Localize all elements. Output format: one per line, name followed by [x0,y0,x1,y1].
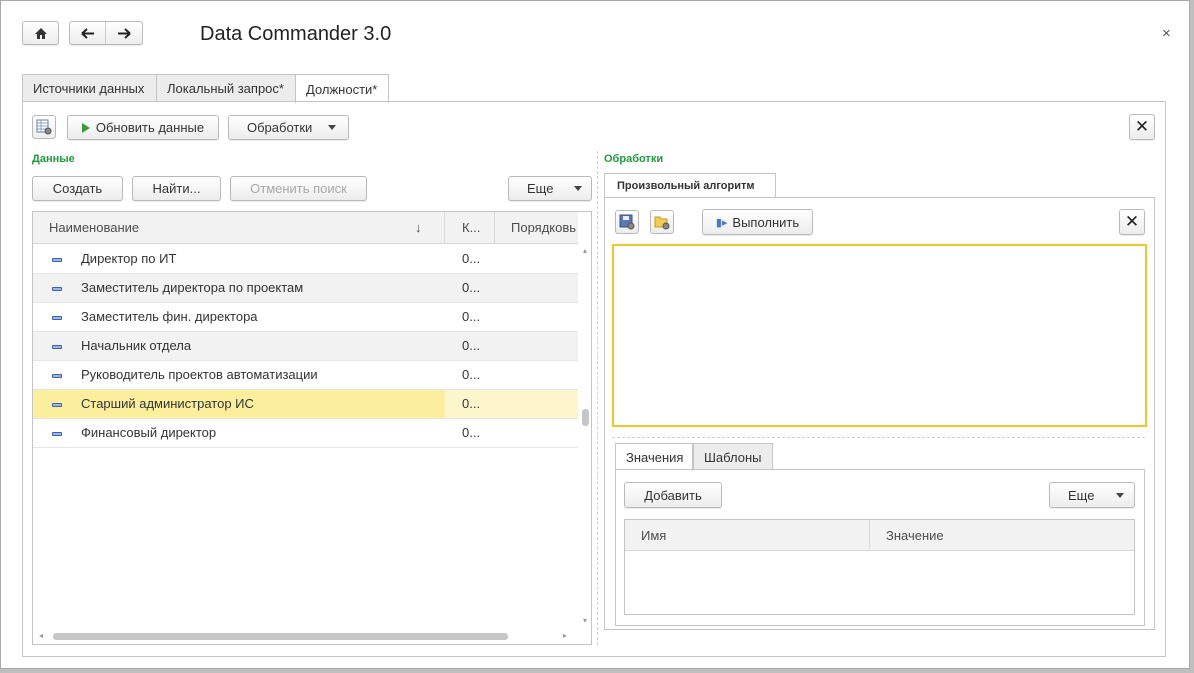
scroll-up-icon: ▴ [583,246,588,255]
row-name: Заместитель фин. директора [81,309,258,324]
save-settings-icon [619,214,635,230]
tab-data-sources[interactable]: Источники данных [22,74,157,102]
column-header-name[interactable]: Имя [625,520,870,551]
item-icon [52,403,62,407]
save-button[interactable] [615,210,639,234]
processing-dropdown-label: Обработки [247,120,313,135]
tab-local-query[interactable]: Локальный запрос* [156,74,296,102]
row-order [495,361,578,389]
add-button[interactable]: Добавить [624,482,722,508]
tab-templates[interactable]: Шаблоны [693,443,773,470]
more-label: Еще [527,181,554,196]
vertical-scrollbar[interactable]: ▴ ▾ [580,244,592,644]
chevron-down-icon [328,125,336,130]
table-row[interactable]: Заместитель фин. директора 0... [33,303,578,332]
processing-dropdown[interactable]: Обработки [228,115,349,140]
column-header-order[interactable]: Порядковь [495,212,578,244]
row-name: Финансовый директор [81,425,217,440]
row-order [495,274,578,302]
row-name: Руководитель проектов автоматизации [81,367,318,382]
run-label: Выполнить [732,214,800,230]
row-k: 0... [445,390,495,418]
chevron-down-icon [1116,492,1124,498]
cancel-search-button[interactable]: Отменить поиск [230,176,367,201]
values-more-label: Еще [1068,487,1095,503]
scroll-down-icon: ▾ [583,616,588,625]
back-button[interactable] [70,22,106,44]
row-order [495,303,578,331]
open-button[interactable] [650,210,674,234]
column-header-value[interactable]: Значение [870,520,1134,551]
run-button[interactable]: ▮▸ Выполнить [702,209,813,235]
scroll-right-icon: ▸ [563,631,568,640]
find-button[interactable]: Найти... [132,176,221,201]
tab-custom-algorithm[interactable]: Произвольный алгоритм [604,173,776,198]
table-row[interactable]: Заместитель директора по проектам 0... [33,274,578,303]
vertical-scroll-thumb[interactable] [582,409,589,426]
close-algorithm-button[interactable]: ✕ [1119,209,1145,235]
scroll-left-icon: ◂ [39,631,44,640]
history-nav [69,21,143,45]
row-order [495,390,578,418]
table-row[interactable]: Начальник отдела 0... [33,332,578,361]
settings-grid-button[interactable] [32,115,56,139]
table-row[interactable]: Директор по ИТ 0... [33,245,578,274]
row-k: 0... [462,425,481,440]
row-order [495,419,578,447]
editor-splitter[interactable] [612,437,1145,438]
processing-group-title: Обработки [604,153,664,165]
more-button[interactable]: Еще [508,176,592,201]
home-button[interactable] [22,21,59,45]
row-name: Старший администратор ИС [33,390,445,418]
forward-button[interactable] [106,22,142,44]
table-settings-icon [36,119,52,135]
row-name: Директор по ИТ [81,251,177,266]
algorithm-editor[interactable] [612,244,1147,427]
sort-arrow-icon: ↓ [415,220,422,235]
row-k: 0... [462,309,481,324]
play-icon [81,122,90,133]
data-group-title: Данные [32,153,75,165]
horizontal-scroll-thumb[interactable] [53,633,508,640]
table-row[interactable]: Руководитель проектов автоматизации 0... [33,361,578,390]
row-name: Заместитель директора по проектам [81,280,304,295]
column-header-name[interactable]: Наименование ↓ [33,212,445,244]
close-form-button[interactable]: ✕ [1129,114,1155,140]
row-name: Начальник отдела [81,338,192,353]
values-table: Имя Значение [624,519,1135,615]
home-icon [34,27,47,39]
row-order [495,245,578,273]
positions-table: Наименование ↓ К... Порядковь Директор п… [32,211,592,645]
row-k: 0... [462,251,481,266]
table-row[interactable]: Финансовый директор 0... [33,419,578,448]
column-name-label: Наименование [49,220,140,235]
arrow-right-icon [118,27,131,39]
row-order [495,332,578,360]
chevron-down-icon [574,186,582,191]
table-header: Наименование ↓ К... Порядковь [33,212,578,244]
window-title: Data Commander 3.0 [200,23,392,45]
app-window: Data Commander 3.0 × Источники данных Ло… [0,0,1190,669]
tab-values[interactable]: Значения [615,443,693,471]
folder-settings-icon [654,216,670,230]
row-k: 0... [462,280,481,295]
values-more-button[interactable]: Еще [1049,482,1135,508]
arrow-left-icon [80,27,94,39]
tab-custom-algorithm-label: Произвольный алгоритм [617,180,755,192]
refresh-data-label: Обновить данные [95,120,205,135]
column-header-k[interactable]: К... [445,212,495,244]
row-k: 0... [462,367,481,382]
table-row-selected[interactable]: Старший администратор ИС 0... [33,390,578,419]
panel-splitter[interactable] [597,151,598,645]
create-button[interactable]: Создать [32,176,123,201]
close-window-icon[interactable]: × [1162,25,1171,42]
run-icon: ▮▸ [715,216,728,229]
values-table-header: Имя Значение [625,520,1134,551]
tab-positions[interactable]: Должности* [295,74,389,103]
row-k: 0... [462,338,481,353]
refresh-data-button[interactable]: Обновить данные [67,115,219,140]
horizontal-scrollbar[interactable]: ◂ ▸ [33,630,578,644]
